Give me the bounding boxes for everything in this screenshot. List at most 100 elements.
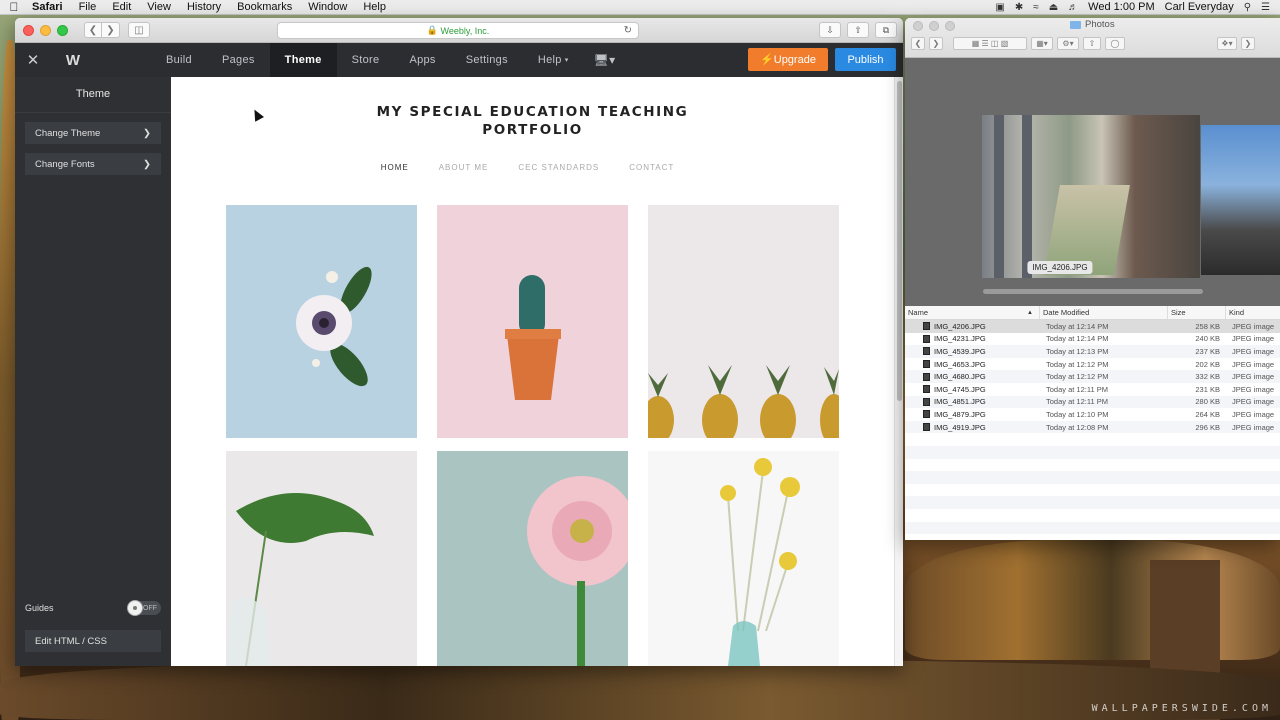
zoom-window-icon[interactable] (945, 21, 955, 31)
volume-icon[interactable]: ♬ (1068, 2, 1078, 13)
downloads-icon[interactable]: ⇩ (819, 22, 841, 38)
edit-html-css-button[interactable]: Edit HTML / CSS (25, 630, 161, 652)
dropbox-icon[interactable]: ❖▾ (1217, 37, 1237, 50)
gallery-photo-flower[interactable] (226, 205, 417, 438)
forward-icon[interactable]: ❯ (102, 22, 120, 38)
menu-help[interactable]: Help (355, 1, 394, 13)
publish-button[interactable]: Publish (835, 48, 896, 71)
toggle-knob (127, 600, 143, 616)
guides-label: Guides (25, 603, 54, 613)
file-row[interactable]: IMG_4231.JPG Today at 12:14 PM 240 KB JPEG … (905, 333, 1280, 346)
tab-help[interactable]: Help ▾ (523, 43, 584, 77)
wifi-icon[interactable]: ≈ (1033, 2, 1039, 13)
site-nav-about[interactable]: ABOUT ME (439, 163, 489, 172)
column-size[interactable]: Size (1168, 306, 1226, 319)
gallery-photo-cactus[interactable] (437, 205, 628, 438)
tab-build[interactable]: Build (151, 43, 207, 77)
gear-icon[interactable]: ⚙▾ (1057, 37, 1079, 50)
address-bar[interactable]: 🔒 Weebly, Inc. ↻ (277, 22, 639, 39)
tag-icon[interactable]: ◯ (1105, 37, 1125, 50)
tabs-overview-icon[interactable]: ⧉ (875, 22, 897, 38)
upgrade-button[interactable]: ⚡ Upgrade (748, 48, 828, 71)
screen-record-icon[interactable]: ▣ (995, 2, 1004, 13)
image-file-icon (923, 360, 930, 369)
upgrade-label: Upgrade (773, 53, 816, 66)
column-name[interactable]: Name ▲ (905, 306, 1040, 319)
scroll-thumb[interactable] (897, 81, 902, 401)
file-row[interactable]: IMG_4919.JPG Today at 12:08 PM 296 KB JPEG … (905, 420, 1280, 434)
menu-edit[interactable]: Edit (104, 1, 139, 13)
site-canvas[interactable]: MY SPECIAL EDUCATION TEACHING PORTFOLIO … (171, 77, 894, 666)
sidebar-title: Theme (15, 77, 171, 113)
sidebar-toggle-icon[interactable]: ◫ (128, 22, 150, 38)
site-title[interactable]: MY SPECIAL EDUCATION TEACHING PORTFOLIO (371, 103, 694, 139)
cover-flow-photo[interactable] (982, 115, 1200, 278)
share-icon[interactable]: ⇧ (847, 22, 869, 38)
site-nav-home[interactable]: HOME (381, 163, 409, 172)
spotlight-icon[interactable]: ⚲ (1244, 2, 1251, 13)
view-mode-icons[interactable]: ▦ ☰ ◫ ▧ (953, 37, 1027, 50)
canvas-scrollbar[interactable] (894, 77, 903, 666)
device-preview-icon[interactable]: 🖥▾ (584, 43, 626, 77)
file-date: Today at 12:12 PM (1046, 359, 1109, 369)
file-row[interactable]: IMG_4653.JPG Today at 12:12 PM 202 KB JPEG … (905, 358, 1280, 371)
gallery-photo-pineapples[interactable] (648, 205, 839, 438)
more-icon[interactable]: ❯ (1241, 37, 1255, 50)
close-window-icon[interactable] (23, 24, 34, 36)
menu-app-name[interactable]: Safari (28, 1, 71, 13)
change-fonts-button[interactable]: Change Fonts ❯ (25, 153, 161, 175)
file-kind: JPEG image (1232, 346, 1275, 356)
change-theme-button[interactable]: Change Theme ❯ (25, 122, 161, 144)
reload-icon[interactable]: ↻ (624, 25, 632, 36)
file-row[interactable]: IMG_4879.JPG Today at 12:10 PM 264 KB JPEG … (905, 408, 1280, 421)
minimize-window-icon[interactable] (40, 24, 51, 36)
file-name: IMG_4539.JPG (934, 346, 986, 356)
arrange-icon[interactable]: ▦▾ (1031, 37, 1053, 50)
file-size: 264 KB (1195, 409, 1220, 419)
forward-icon[interactable]: ❯ (929, 37, 943, 50)
gallery-photo-gerbera[interactable] (437, 451, 628, 666)
eject-icon[interactable]: ⏏ (1049, 2, 1058, 13)
column-date[interactable]: Date Modified (1040, 306, 1168, 319)
menu-history[interactable]: History (179, 1, 229, 13)
menu-bookmarks[interactable]: Bookmarks (229, 1, 300, 13)
file-row[interactable]: IMG_4539.JPG Today at 12:13 PM 237 KB JPEG … (905, 345, 1280, 358)
apple-icon[interactable]:  (0, 0, 28, 14)
cactus-image (505, 275, 561, 400)
cover-flow-scrollbar[interactable] (983, 289, 1203, 294)
tab-store[interactable]: Store (337, 43, 395, 77)
bluetooth-icon[interactable]: ✱ (1015, 2, 1023, 13)
close-window-icon[interactable] (913, 21, 923, 31)
menu-user[interactable]: Carl Everyday (1165, 1, 1234, 13)
gallery-photo-billy-buttons[interactable] (648, 451, 839, 666)
weebly-logo-icon[interactable]: W (53, 52, 93, 69)
gallery-photo-monstera[interactable] (226, 451, 417, 666)
menu-view[interactable]: View (139, 1, 179, 13)
cover-flow[interactable]: IMG_4206.JPG (905, 58, 1280, 306)
menu-file[interactable]: File (71, 1, 105, 13)
file-row[interactable]: IMG_4745.JPG Today at 12:11 PM 231 KB JPEG … (905, 383, 1280, 396)
back-icon[interactable]: ❮ (84, 22, 102, 38)
guides-toggle[interactable]: OFF (127, 600, 161, 616)
minimize-window-icon[interactable] (929, 21, 939, 31)
menu-clock[interactable]: Wed 1:00 PM (1088, 1, 1154, 13)
close-editor-icon[interactable]: ✕ (15, 51, 51, 69)
file-row[interactable]: IMG_4206.JPG Today at 12:14 PM 258 KB JPEG … (905, 320, 1280, 333)
file-row[interactable]: IMG_4851.JPG Today at 12:11 PM 280 KB JPEG … (905, 395, 1280, 409)
site-nav-contact[interactable]: CONTACT (629, 163, 674, 172)
file-row[interactable]: IMG_4680.JPG Today at 12:12 PM 332 KB JPEG … (905, 370, 1280, 383)
notification-center-icon[interactable]: ☰ (1261, 2, 1270, 13)
tab-pages[interactable]: Pages (207, 43, 270, 77)
menu-window[interactable]: Window (300, 1, 355, 13)
zoom-window-icon[interactable] (57, 24, 68, 36)
back-icon[interactable]: ❮ (911, 37, 925, 50)
share-icon[interactable]: ⇧ (1083, 37, 1101, 50)
safari-toolbar: ❮ ❯ ◫ 🔒 Weebly, Inc. ↻ ⇩ ⇧ ⧉ (15, 18, 903, 43)
column-kind[interactable]: Kind (1226, 306, 1280, 319)
tab-settings[interactable]: Settings (451, 43, 523, 77)
tab-theme[interactable]: Theme (269, 43, 337, 77)
tab-apps[interactable]: Apps (394, 43, 450, 77)
site-nav-cec-standards[interactable]: CEC STANDARDS (518, 163, 599, 172)
file-size: 280 KB (1195, 397, 1220, 407)
cover-flow-next-photo[interactable] (1201, 125, 1280, 275)
